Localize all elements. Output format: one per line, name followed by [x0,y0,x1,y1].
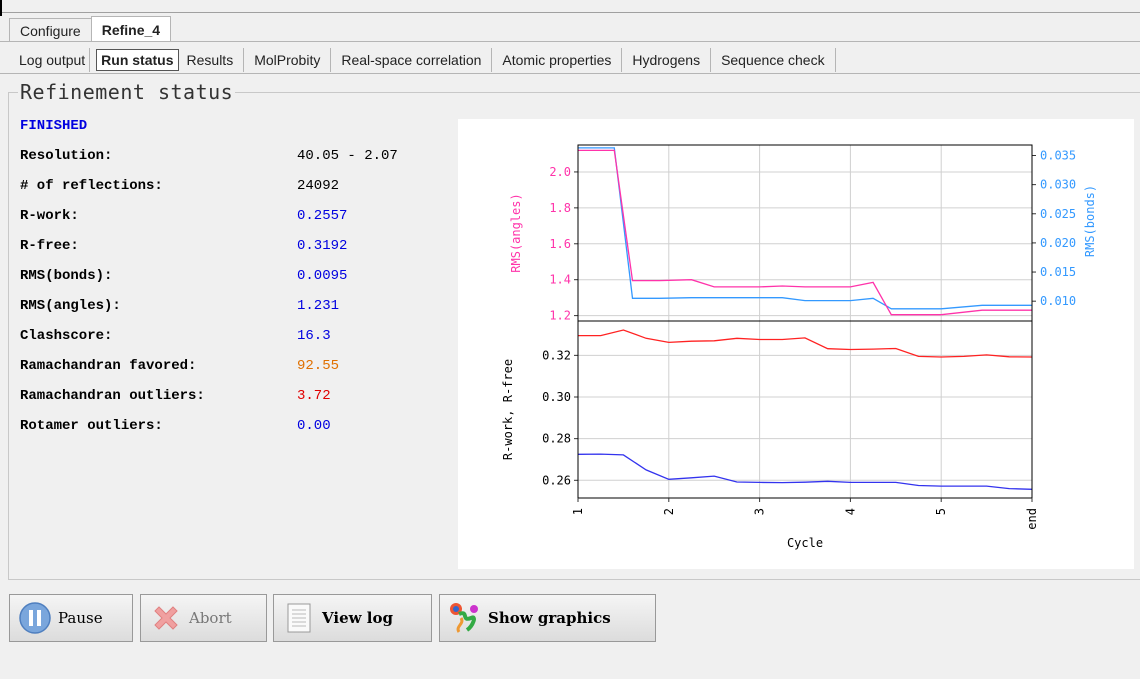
stat-label: Ramachandran favored: [20,358,197,374]
stat-label: RMS(bonds): [20,268,113,284]
rms-angles-line [578,149,1032,316]
x-tick-label: 3 [753,508,767,515]
molecule-graphics-icon [446,599,484,637]
stat-label: Ramachandran outliers: [20,388,205,404]
y-tick-label: 0.30 [542,390,571,404]
bottom-panel-frame [577,320,1033,499]
stat-value: 40.05 - 2.07 [297,148,398,164]
y2-tick-label: 0.010 [1040,294,1076,308]
stat-row: R-work: 0.2557 [20,208,440,228]
status-finished: FINISHED [20,118,88,134]
stat-row: Resolution: 40.05 - 2.07 [20,148,440,168]
x-tick-label: 4 [843,508,857,515]
pause-button[interactable]: Pause [9,594,133,642]
refinement-chart-svg: 2.0 1.8 1.6 1.4 1.2 0.035 0.030 0.025 0.020 0.015… [501,144,1097,550]
tab-results[interactable]: Results [183,48,245,72]
abort-icon [147,599,185,637]
stat-value: 16.3 [297,328,331,344]
stat-value: 92.55 [297,358,340,374]
x-tick-label: 2 [662,508,676,515]
y-tick-label: 1.4 [549,273,571,287]
stat-row: Clashscore: 16.3 [20,328,440,348]
top-panel-frame [577,144,1033,322]
tab-hydrogens[interactable]: Hydrogens [622,48,712,72]
stat-value: 0.3192 [297,238,348,254]
x-tick-label: 1 [571,508,585,515]
y2-tick-label: 0.030 [1040,178,1076,192]
tab-real-space-correlation[interactable]: Real-space correlation [331,48,493,72]
stat-row: Ramachandran favored: 92.55 [20,358,440,378]
y-tick-label: 0.28 [542,432,571,446]
x-axis-label: Cycle [787,536,823,550]
refinement-chart: 2.0 1.8 1.6 1.4 1.2 0.035 0.030 0.025 0.020 0.015… [458,119,1134,569]
stat-row: # of reflections: 24092 [20,178,440,198]
stat-value: 0.00 [297,418,331,434]
tab-sequence-check[interactable]: Sequence check [711,48,836,72]
main-tab-bar: Configure Refine_4 [9,16,172,42]
y2-tick-label: 0.035 [1040,148,1076,162]
abort-label: Abort [189,609,232,627]
tab-refine-4[interactable]: Refine_4 [90,16,172,41]
stat-row: R-free: 0.3192 [20,238,440,258]
stat-value: 0.2557 [297,208,348,224]
stat-label: R-work: [20,208,79,224]
pause-label: Pause [58,609,103,627]
y2-tick-label: 0.025 [1040,207,1076,221]
stat-value: 24092 [297,178,340,194]
stat-row: Rotamer outliers: 0.00 [20,418,440,438]
y-tick-label: 0.26 [542,473,571,487]
sub-tab-bar: Log output Run status Results MolProbity… [9,47,836,73]
y2-axis-label: RMS(bonds) [1083,185,1097,257]
stat-value: 1.231 [297,298,340,314]
sub-tab-divider [0,73,1140,74]
window-top-strip [0,0,1140,13]
pause-icon [16,599,54,637]
y-axis-label: R-work, R-free [501,359,515,460]
show-graphics-label: Show graphics [488,609,611,627]
view-log-label: View log [322,609,393,627]
y-axis-label: RMS(angles) [509,193,523,272]
r-work-line [577,453,1033,490]
stat-label: RMS(angles): [20,298,121,314]
stat-label: R-free: [20,238,79,254]
tab-atomic-properties[interactable]: Atomic properties [492,48,623,72]
stat-row: Ramachandran outliers: 3.72 [20,388,440,408]
r-free-line [578,329,1033,358]
tab-log-output[interactable]: Log output [9,48,91,72]
abort-button[interactable]: Abort [140,594,267,642]
tab-bar-divider [0,41,1140,42]
tab-configure[interactable]: Configure [9,18,92,41]
stat-label: Clashscore: [20,328,113,344]
tab-molprobity[interactable]: MolProbity [244,48,332,72]
x-tick-label: end [1025,508,1039,530]
y-tick-label: 1.2 [549,309,571,323]
y-tick-label: 2.0 [549,165,571,179]
stat-label: Rotamer outliers: [20,418,163,434]
stat-value: 0.0095 [297,268,348,284]
text-cursor [0,0,2,16]
view-log-button[interactable]: View log [273,594,432,642]
y2-tick-label: 0.020 [1040,236,1076,250]
y-tick-label: 0.32 [542,348,571,362]
stat-value: 3.72 [297,388,331,404]
log-file-icon [280,599,318,637]
group-title: Refinement status [18,80,236,104]
y2-tick-label: 0.015 [1040,265,1076,279]
x-tick-label: 5 [934,508,948,515]
y-tick-label: 1.6 [549,237,571,251]
stat-row: RMS(bonds): 0.0095 [20,268,440,288]
stat-row: RMS(angles): 1.231 [20,298,440,318]
stat-label: Resolution: [20,148,113,164]
show-graphics-button[interactable]: Show graphics [439,594,656,642]
y-tick-label: 1.8 [549,201,571,215]
stat-label: # of reflections: [20,178,163,194]
tab-run-status[interactable]: Run status [96,49,179,71]
